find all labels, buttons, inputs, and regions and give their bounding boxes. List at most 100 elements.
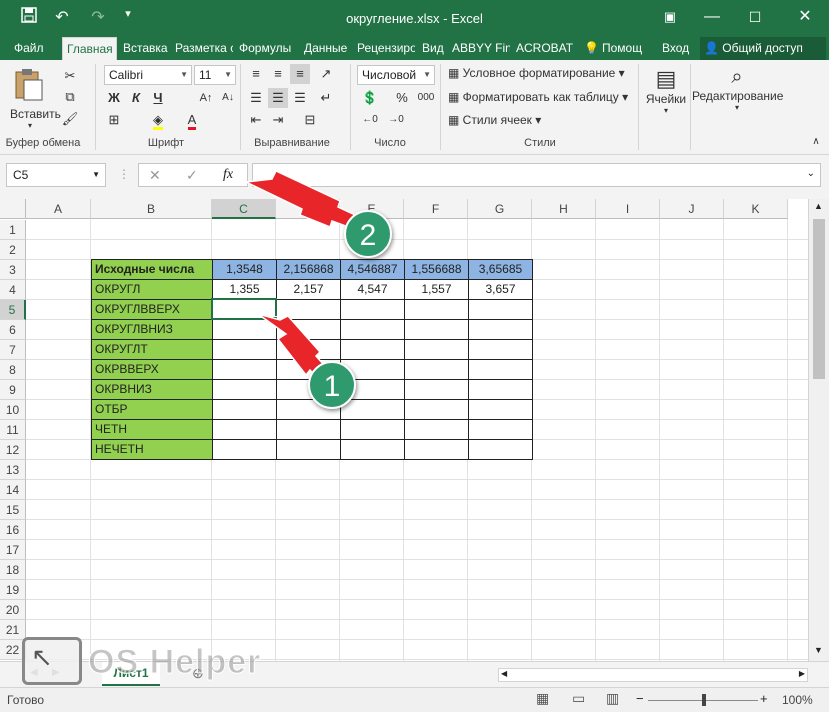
close-button[interactable]: ✕ [790,4,820,30]
row-header-5[interactable]: 5 [0,300,26,320]
cell-f8[interactable] [404,359,469,380]
font-size-select[interactable]: 11 ▼ [194,65,236,85]
scroll-thumb[interactable] [813,219,825,379]
increase-decimal-icon[interactable]: ←0 [360,110,380,130]
cell-e10[interactable] [340,399,405,420]
cell-e6[interactable] [340,319,405,340]
cell-b5[interactable]: ОКРУГЛВВЕРХ [91,299,213,320]
column-header-j[interactable]: J [660,199,724,219]
cell-d4[interactable]: 2,157 [276,279,341,300]
cell-b4[interactable]: ОКРУГЛ [91,279,213,300]
cancel-button[interactable]: ✕ [149,167,161,184]
select-all-button[interactable] [0,199,26,219]
column-header-h[interactable]: H [532,199,596,219]
cell-d12[interactable] [276,439,341,460]
tab-home[interactable]: Главная [62,37,117,60]
expand-formula-icon[interactable]: ⌄ [807,168,815,179]
row-header-4[interactable]: 4 [0,280,26,300]
row-header-19[interactable]: 19 [0,580,26,600]
active-cell-c5[interactable] [211,298,277,320]
cell-d7[interactable] [276,339,341,360]
column-header-c[interactable]: C [212,199,276,219]
row-header-2[interactable]: 2 [0,240,26,260]
column-header-a[interactable]: A [26,199,91,219]
cell-g7[interactable] [468,339,533,360]
cell-g12[interactable] [468,439,533,460]
currency-icon[interactable]: 💲 [360,88,380,108]
format-painter-icon[interactable]: 🖌 [60,109,80,129]
cell-g11[interactable] [468,419,533,440]
cell-b12[interactable]: НЕЧЕТН [91,439,213,460]
cell-c12[interactable] [212,439,277,460]
scroll-down-icon[interactable]: ▼ [814,645,823,655]
name-box[interactable]: C5 ▼ [6,163,106,187]
formula-input[interactable]: ⌄ [252,163,821,187]
collapse-ribbon-icon[interactable]: ∧ [806,132,826,152]
row-header-6[interactable]: 6 [0,320,26,340]
borders-icon[interactable]: ⊞ [104,110,124,130]
cell-g3[interactable]: 3,65685 [468,259,533,280]
align-center-icon[interactable]: ☰ [268,88,288,108]
row-header-16[interactable]: 16 [0,520,26,540]
ribbon-display-icon[interactable]: ▣ [655,4,685,30]
row-header-8[interactable]: 8 [0,360,26,380]
align-middle-icon[interactable]: ≡ [268,64,288,84]
minimize-button[interactable]: — [697,4,727,30]
tab-file[interactable]: Файл [10,37,52,60]
scroll-right-icon[interactable]: ▶ [799,669,805,678]
enter-button[interactable]: ✓ [186,167,198,184]
decrease-indent-icon[interactable]: ⇤ [246,110,266,130]
row-header-1[interactable]: 1 [0,220,26,240]
cell-e7[interactable] [340,339,405,360]
cell-f10[interactable] [404,399,469,420]
align-top-icon[interactable]: ≡ [246,64,266,84]
cell-b11[interactable]: ЧЕТН [91,419,213,440]
tab-insert[interactable]: Вставка [119,37,171,60]
bold-button[interactable]: Ж [104,88,124,108]
row-header-9[interactable]: 9 [0,380,26,400]
cell-g5[interactable] [468,299,533,320]
cell-e5[interactable] [340,299,405,320]
tab-page-layout[interactable]: Разметка с [171,37,233,60]
cut-icon[interactable]: ✂ [60,66,80,86]
thousands-button[interactable]: 000 [414,88,438,108]
tab-formulas[interactable]: Формулы [235,37,297,60]
editing-button[interactable]: ⌕ Редактирование ▾ [692,66,783,112]
cell-b8[interactable]: ОКРВВЕРХ [91,359,213,380]
column-header-d[interactable]: D [276,199,340,219]
share-button[interactable]: 👤 Общий доступ [700,37,826,60]
cell-g8[interactable] [468,359,533,380]
copy-icon[interactable]: ⧉ [60,87,80,107]
cell-d5[interactable] [276,299,341,320]
decrease-decimal-icon[interactable]: →0 [386,110,406,130]
font-color-icon[interactable]: A [182,110,202,130]
cell-f12[interactable] [404,439,469,460]
tab-view[interactable]: Вид [418,37,446,60]
increase-font-icon[interactable]: A↑ [196,88,216,108]
cell-f4[interactable]: 1,557 [404,279,469,300]
fill-color-icon[interactable]: ◈ [148,110,168,130]
column-header-f[interactable]: F [404,199,468,219]
decrease-font-icon[interactable]: A↓ [218,88,238,108]
row-header-3[interactable]: 3 [0,260,26,280]
cell-f11[interactable] [404,419,469,440]
normal-view-icon[interactable]: ▦ [536,690,549,707]
cell-c6[interactable] [212,319,277,340]
cell-f9[interactable] [404,379,469,400]
merge-cells-icon[interactable]: ⊟ [300,110,320,130]
vertical-scrollbar[interactable]: ▲ ▼ [808,199,829,661]
number-format-select[interactable]: Числовой ▼ [357,65,435,85]
row-header-13[interactable]: 13 [0,460,26,480]
underline-button[interactable]: Ч [148,88,168,108]
font-name-select[interactable]: Calibri ▼ [104,65,192,85]
tab-acrobat[interactable]: ACROBAT [512,37,574,60]
row-header-14[interactable]: 14 [0,480,26,500]
cell-g10[interactable] [468,399,533,420]
conditional-formatting-button[interactable]: ▦ Условное форматирование ▾ [448,66,625,80]
cell-g9[interactable] [468,379,533,400]
paste-button[interactable]: Вставить ▾ [10,66,61,134]
zoom-in-button[interactable]: + [760,691,768,706]
maximize-button[interactable]: ☐ [740,4,770,30]
column-header-g[interactable]: G [468,199,532,219]
cell-c3[interactable]: 1,3548 [212,259,277,280]
